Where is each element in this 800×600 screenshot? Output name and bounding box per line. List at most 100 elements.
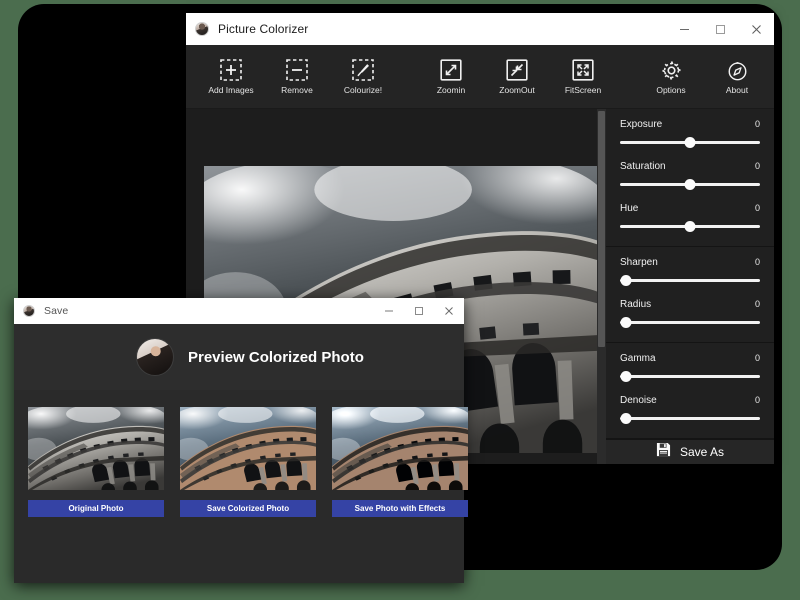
zoom-in-label: Zoomin: [436, 85, 466, 95]
save-dialog-header: Preview Colorized Photo: [14, 324, 464, 390]
slider-radius-value: 0: [754, 299, 760, 309]
save-as-button[interactable]: Save As: [606, 439, 774, 464]
remove-icon: [285, 58, 309, 82]
slider-exposure-label: Exposure: [620, 119, 663, 130]
save-colorized-photo-button-label: Save Colorized Photo: [206, 504, 290, 513]
slider-saturation[interactable]: Saturation 0: [620, 161, 760, 190]
save-photo-with-effects-button-label: Save Photo with Effects: [354, 504, 446, 513]
save-dialog-window: Save Preview Colorized Photo Original Ph…: [14, 298, 468, 583]
slider-hue-track[interactable]: [620, 221, 760, 232]
slider-hue-label: Hue: [620, 203, 639, 214]
slider-denoise-track[interactable]: [620, 413, 760, 424]
effects-photo-thumbnail[interactable]: [332, 407, 468, 490]
colourize-brush-icon: [351, 58, 375, 82]
slider-radius[interactable]: Radius 0: [620, 299, 760, 328]
zoom-in-button[interactable]: Zoomin: [422, 58, 480, 95]
slider-radius-knob[interactable]: [620, 317, 632, 328]
slider-denoise[interactable]: Denoise 0: [620, 395, 760, 424]
compass-icon: [725, 58, 749, 82]
colorized-photo-thumbnail[interactable]: [180, 407, 316, 490]
close-icon[interactable]: [434, 298, 464, 324]
minimize-icon[interactable]: [374, 298, 404, 324]
slider-radius-track[interactable]: [620, 317, 760, 328]
about-button[interactable]: About: [708, 58, 766, 95]
thumbnail-original: Original Photo: [28, 407, 164, 565]
thumbnail-row: Original Photo Save Colorized Photo Save…: [14, 390, 468, 565]
fit-screen-label: FitScreen: [564, 85, 602, 95]
minimize-icon[interactable]: [666, 13, 702, 45]
colourize-button[interactable]: Colourize!: [334, 58, 392, 95]
canvas-scrollbar[interactable]: [597, 109, 606, 464]
save-dialog-title: Save: [44, 305, 69, 317]
original-photo-thumbnail[interactable]: [28, 407, 164, 490]
gear-icon: [659, 58, 683, 82]
fit-screen-icon: [571, 58, 595, 82]
slider-exposure-value: 0: [754, 119, 760, 129]
slider-group-gamma: Gamma 0 Denoise 0: [606, 343, 774, 439]
app-avatar-icon: [23, 305, 35, 317]
original-photo-button[interactable]: Original Photo: [28, 500, 164, 517]
slider-hue-value: 0: [754, 203, 760, 213]
save-photo-with-effects-button[interactable]: Save Photo with Effects: [332, 500, 468, 517]
slider-gamma[interactable]: Gamma 0: [620, 353, 760, 382]
slider-sharpen[interactable]: Sharpen 0: [620, 257, 760, 286]
save-dialog-window-controls: [374, 298, 464, 324]
save-dialog-heading: Preview Colorized Photo: [188, 348, 364, 366]
slider-saturation-label: Saturation: [620, 161, 666, 172]
slider-exposure-track[interactable]: [620, 137, 760, 148]
main-toolbar: Add Images Remove Colourize! Zoomin Zoom…: [186, 45, 774, 109]
app-avatar-icon: [195, 22, 209, 36]
slider-exposure[interactable]: Exposure 0: [620, 119, 760, 148]
slider-exposure-knob[interactable]: [684, 137, 696, 148]
main-window-controls: [666, 13, 774, 45]
colourize-label: Colourize!: [343, 85, 383, 95]
slider-gamma-value: 0: [754, 353, 760, 363]
slider-denoise-value: 0: [754, 395, 760, 405]
maximize-icon[interactable]: [702, 13, 738, 45]
slider-saturation-knob[interactable]: [684, 179, 696, 190]
slider-gamma-knob[interactable]: [620, 371, 632, 382]
zoom-out-icon: [505, 58, 529, 82]
add-images-label: Add Images: [208, 85, 254, 95]
original-photo-button-label: Original Photo: [68, 504, 124, 513]
slider-radius-label: Radius: [620, 299, 652, 310]
main-window-title: Picture Colorizer: [218, 22, 309, 36]
zoom-in-icon: [439, 58, 463, 82]
remove-button[interactable]: Remove: [268, 58, 326, 95]
slider-group-sharpen: Sharpen 0 Radius 0: [606, 247, 774, 343]
save-dialog-titlebar[interactable]: Save: [14, 298, 464, 324]
adjustments-panel: Exposure 0 Saturation 0 Hue 0 Sharpen 0 …: [606, 109, 774, 464]
canvas-scrollbar-thumb[interactable]: [598, 111, 605, 347]
remove-label: Remove: [281, 85, 313, 95]
fit-screen-button[interactable]: FitScreen: [554, 58, 612, 95]
zoom-out-label: ZoomOut: [499, 85, 535, 95]
save-dialog-footer: [14, 565, 464, 583]
slider-group-color: Exposure 0 Saturation 0 Hue 0: [606, 109, 774, 247]
thumbnail-colorized: Save Colorized Photo: [180, 407, 316, 565]
slider-saturation-track[interactable]: [620, 179, 760, 190]
maximize-icon[interactable]: [404, 298, 434, 324]
add-images-button[interactable]: Add Images: [202, 58, 260, 95]
slider-hue[interactable]: Hue 0: [620, 203, 760, 232]
slider-gamma-label: Gamma: [620, 353, 656, 364]
slider-denoise-label: Denoise: [620, 395, 657, 406]
slider-gamma-track[interactable]: [620, 371, 760, 382]
slider-denoise-knob[interactable]: [620, 413, 632, 424]
options-label: Options: [656, 85, 686, 95]
slider-saturation-value: 0: [754, 161, 760, 171]
main-window-titlebar[interactable]: Picture Colorizer: [186, 13, 774, 45]
options-button[interactable]: Options: [642, 58, 700, 95]
save-colorized-photo-button[interactable]: Save Colorized Photo: [180, 500, 316, 517]
thumbnail-effects: Save Photo with Effects: [332, 407, 468, 565]
slider-hue-knob[interactable]: [684, 221, 696, 232]
about-label: About: [725, 85, 749, 95]
floppy-disk-icon: [656, 442, 671, 462]
close-icon[interactable]: [738, 13, 774, 45]
avatar: [136, 338, 174, 376]
slider-sharpen-knob[interactable]: [620, 275, 632, 286]
slider-sharpen-value: 0: [754, 257, 760, 267]
slider-sharpen-label: Sharpen: [620, 257, 658, 268]
slider-sharpen-track[interactable]: [620, 275, 760, 286]
save-as-label: Save As: [679, 445, 725, 459]
zoom-out-button[interactable]: ZoomOut: [488, 58, 546, 95]
